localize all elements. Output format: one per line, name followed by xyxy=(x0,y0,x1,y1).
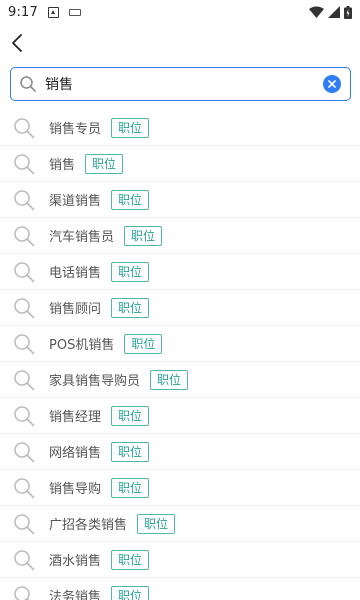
suggestion-text: 电话销售 xyxy=(49,266,102,281)
battery-icon xyxy=(344,5,352,19)
search-icon xyxy=(13,477,35,499)
search-icon xyxy=(13,333,35,355)
search-icon xyxy=(13,549,35,571)
job-tag: 职位 xyxy=(111,441,150,462)
suggestion-item[interactable]: 渠道销售 职位 xyxy=(0,182,360,218)
search-icon xyxy=(13,117,35,139)
suggestion-text: 法务销售 xyxy=(49,590,102,600)
search-icon xyxy=(13,225,35,247)
suggestion-text: 渠道销售 xyxy=(49,194,102,209)
job-tag: 职位 xyxy=(111,477,150,498)
search-icon xyxy=(13,261,35,283)
suggestion-text: 销售 xyxy=(49,158,76,173)
back-arrow-icon xyxy=(12,34,22,52)
search-bar xyxy=(10,67,351,101)
suggestion-item[interactable]: 酒水销售 职位 xyxy=(0,542,360,578)
search-input[interactable] xyxy=(45,76,323,92)
suggestion-text: 酒水销售 xyxy=(49,554,102,569)
search-icon xyxy=(13,405,35,427)
job-tag: 职位 xyxy=(111,261,150,282)
suggestion-item[interactable]: 家具销售导购员 职位 xyxy=(0,362,360,398)
suggestion-item[interactable]: 法务销售 职位 xyxy=(0,578,360,600)
search-icon xyxy=(13,153,35,175)
clear-button[interactable] xyxy=(323,75,341,93)
job-tag: 职位 xyxy=(124,333,163,354)
suggestion-item[interactable]: 销售顾问 职位 xyxy=(0,290,360,326)
job-tag: 职位 xyxy=(150,369,189,390)
suggestion-text: 家具销售导购员 xyxy=(49,374,141,389)
job-tag: 职位 xyxy=(137,513,176,534)
suggestion-item[interactable]: 销售导购 职位 xyxy=(0,470,360,506)
search-icon xyxy=(13,369,35,391)
suggestion-text: 销售经理 xyxy=(49,410,102,425)
suggestion-item[interactable]: POS机销售 职位 xyxy=(0,326,360,362)
job-tag: 职位 xyxy=(111,189,150,210)
suggestion-item[interactable]: 销售 职位 xyxy=(0,146,360,182)
search-icon xyxy=(13,513,35,535)
wifi-icon xyxy=(309,6,324,18)
search-icon xyxy=(13,189,35,211)
job-tag: 职位 xyxy=(111,549,150,570)
suggestion-text: 汽车销售员 xyxy=(49,230,115,245)
suggestion-text: 销售顾问 xyxy=(49,302,102,317)
keyboard-icon xyxy=(69,8,81,16)
job-tag: 职位 xyxy=(111,585,150,600)
suggestion-text: 网络销售 xyxy=(49,446,102,461)
status-indicators xyxy=(309,5,352,19)
job-tag: 职位 xyxy=(85,153,124,174)
suggestion-text: 销售专员 xyxy=(49,122,102,137)
suggestion-text: 广招各类销售 xyxy=(49,518,128,533)
suggestion-item[interactable]: 销售专员 职位 xyxy=(0,110,360,146)
clear-icon xyxy=(328,80,336,88)
search-icon xyxy=(13,441,35,463)
search-icon xyxy=(13,297,35,319)
status-time: 9:17 xyxy=(8,4,38,20)
suggestion-list: 销售专员 职位 销售 职位 渠道销售 职位 汽车销售员 职位 电话销售 职位 销售顾问 职位 POS机销… xyxy=(0,110,360,600)
notification-icon xyxy=(48,6,59,18)
back-button[interactable] xyxy=(6,30,28,56)
suggestion-item[interactable]: 电话销售 职位 xyxy=(0,254,360,290)
suggestion-text: POS机销售 xyxy=(49,338,115,353)
signal-icon xyxy=(328,6,340,18)
suggestion-item[interactable]: 广招各类销售 职位 xyxy=(0,506,360,542)
job-tag: 职位 xyxy=(111,297,150,318)
suggestion-item[interactable]: 汽车销售员 职位 xyxy=(0,218,360,254)
search-icon xyxy=(13,585,35,600)
suggestion-item[interactable]: 销售经理 职位 xyxy=(0,398,360,434)
suggestion-text: 销售导购 xyxy=(49,482,102,497)
job-tag: 职位 xyxy=(124,225,163,246)
job-tag: 职位 xyxy=(111,405,150,426)
status-bar: 9:17 xyxy=(0,0,360,24)
job-tag: 职位 xyxy=(111,117,150,138)
search-icon xyxy=(19,75,37,93)
suggestion-item[interactable]: 网络销售 职位 xyxy=(0,434,360,470)
